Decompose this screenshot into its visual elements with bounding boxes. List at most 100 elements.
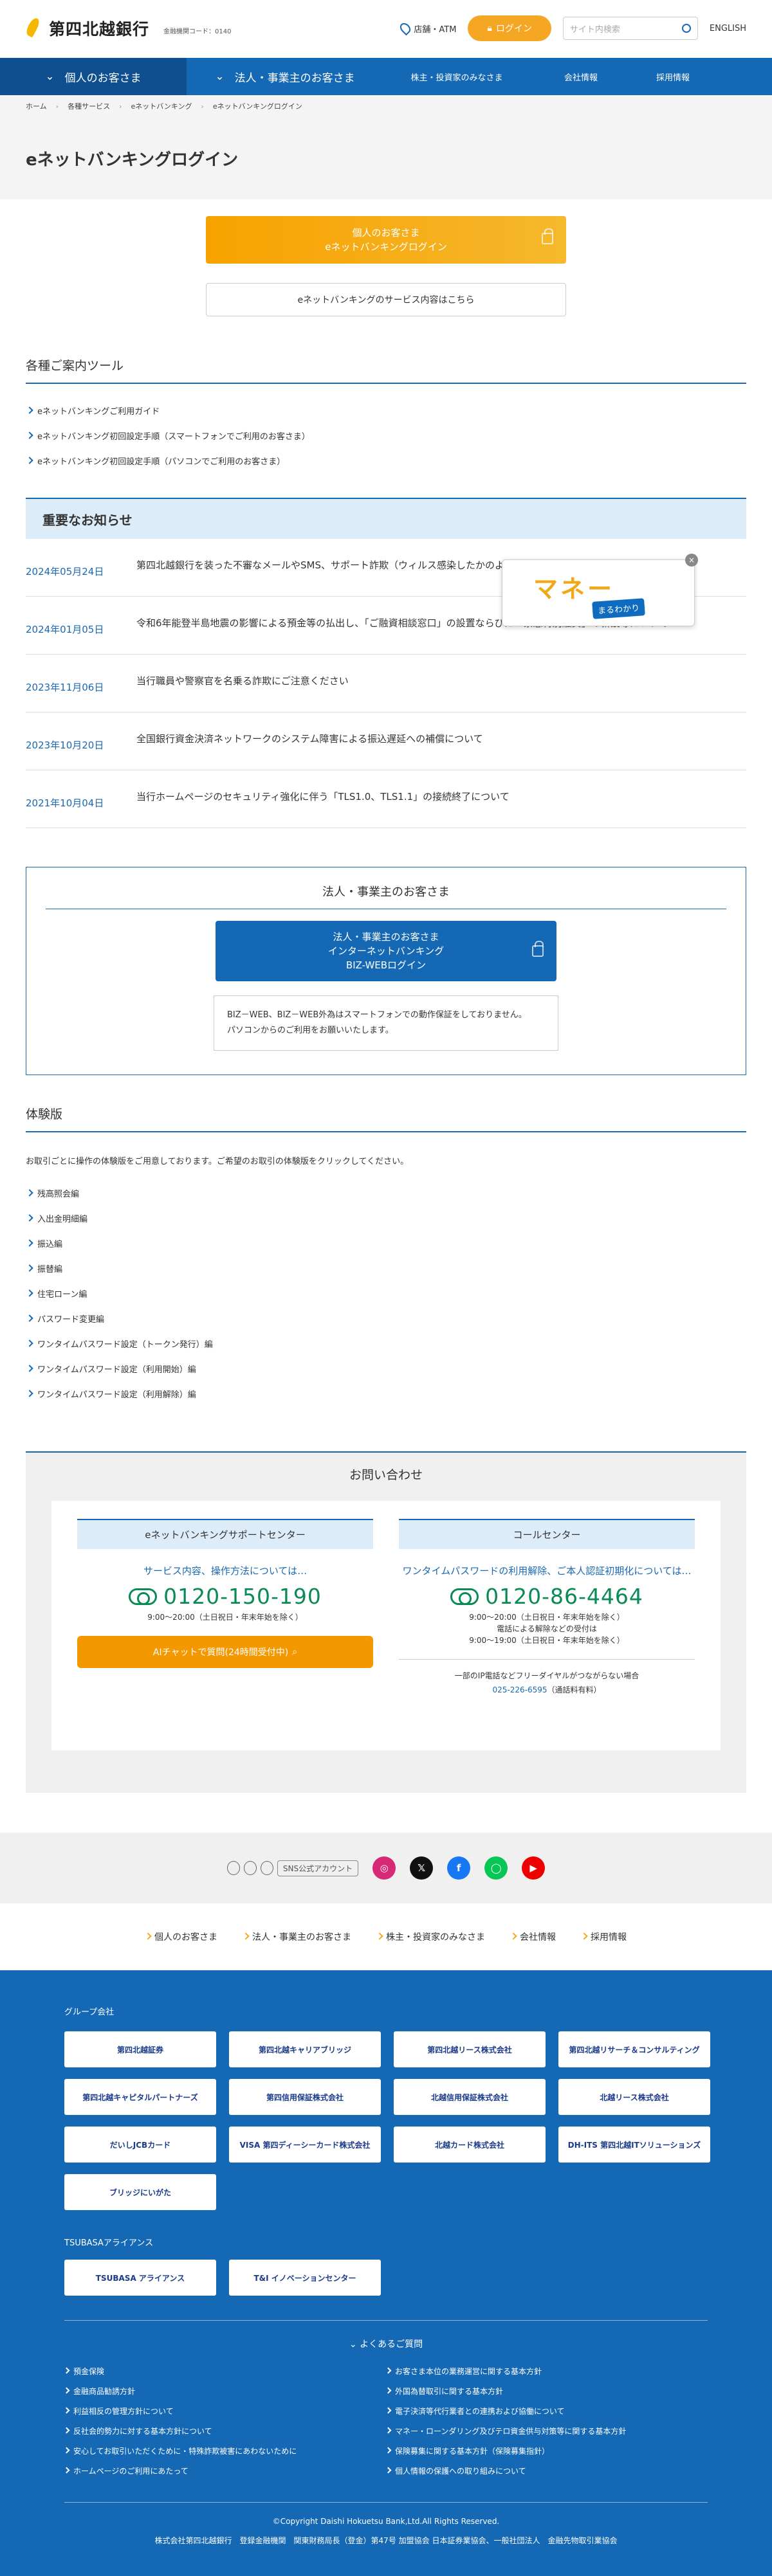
call-tel: 0120-86-4464 [485,1584,643,1609]
footer-link[interactable]: 利益相反の管理方針について [64,2406,386,2417]
nav-recruit[interactable]: 採用情報 [632,58,714,95]
list-item[interactable]: ワンタイムパスワード設定（トークン発行）編 [26,1331,746,1356]
group-logo[interactable]: だいしJCBカード [64,2127,216,2163]
news-text: 当行職員や警察官を名乗る詐欺にご注意ください [136,675,349,687]
money-banner[interactable]: マネー まるわかり × [502,554,698,626]
login-button[interactable]: 🔒︎ ログイン [468,15,551,41]
footer-link[interactable]: 反社会的勢力に対する基本方針について [64,2426,386,2436]
group-logo[interactable]: 第四信用保証株式会社 [229,2079,381,2115]
money-banner-sub: まるわかり [592,598,645,619]
footer-link[interactable]: 安心してお取引いただくために・特殊詐欺被害にあわないために [64,2445,386,2456]
news-item[interactable]: 2021年10月04日 当行ホームページのセキュリティ強化に伴う「TLS1.0、T… [26,770,746,828]
search-icon[interactable] [681,24,691,33]
ai-chat-button[interactable]: AIチャットで質問(24時間受付中) ⌕ [77,1636,373,1668]
call-phone-link[interactable]: 0120-86-4464 [399,1584,695,1609]
news-date: 2021年10月04日 [26,797,104,809]
news-item[interactable]: 2023年11月06日 当行職員や警察官を名乗る詐欺にご注意ください [26,655,746,712]
nav-investor[interactable]: 株主・投資家のみなさま [383,58,530,95]
list-item[interactable]: 残高照会編 [26,1181,746,1206]
bottom-nav-investor[interactable]: 株主・投資家のみなさま [377,1930,485,1943]
mascot-icon [226,1861,240,1875]
group-logo[interactable]: 第四北越キャリアブリッジ [229,2031,381,2067]
biz-web-login-button[interactable]: 法人・事業主のお客さま インターネットバンキング BIZ-WEBログイン [216,921,556,981]
personal-login-button[interactable]: 個人のお客さま eネットバンキングログイン [206,216,566,264]
list-item[interactable]: 入出金明細編 [26,1206,746,1231]
list-item[interactable]: 振替編 [26,1256,746,1281]
instagram-icon[interactable]: ◎ [372,1856,396,1880]
contact-heading: お問い合わせ [349,1468,423,1482]
footer-link[interactable]: 個人情報の保護への取り組みについて [386,2465,708,2476]
list-item[interactable]: ワンタイムパスワード設定（利用解除）編 [26,1381,746,1406]
site-header: 第四北越銀行 金融機関コード：0140 店舗・ATM 🔒︎ ログイン サイト内検索… [0,0,772,58]
faq-title[interactable]: ⌄ よくあるご質問 [64,2320,708,2350]
nav-personal-label: 個人のお客さま [64,71,142,85]
call-note1: 一部のIP電話などフリーダイヤルがつながらない場合 [454,1671,639,1680]
list-item[interactable]: eネットバンキングご利用ガイド [26,398,746,423]
bottom-nav: 個人のお客さま 法人・事業主のお客さま 株主・投資家のみなさま 会社情報 採用情… [0,1903,772,1970]
call-hours1: 9:00～20:00（土日祝日・年末年始を除く） [469,1613,625,1622]
call-alt-tel[interactable]: 025-226-6595 [492,1685,547,1694]
footer-link[interactable]: 預金保険 [64,2366,386,2377]
nav-corporate[interactable]: ⌄ 法人・事業主のお客さま [187,58,383,95]
tsubasa-logo[interactable]: T&I イノベーションセンター [229,2260,381,2296]
sns-bar: SNS公式アカウント ◎ 𝕏 f ◯ ▶ [0,1833,772,1903]
group-logo[interactable]: 北越リース株式会社 [558,2079,710,2115]
registration-info: 株式会社第四北越銀行 登録金融機関 関東財務局長（登金）第47号 加盟協会 日本… [154,2536,618,2545]
english-link[interactable]: ENGLISH [710,24,746,33]
footer-link[interactable]: マネー・ローンダリング及びテロ資金供与対策等に関する基本方針 [386,2426,708,2436]
youtube-icon[interactable]: ▶ [522,1856,546,1880]
news-text: 全国銀行資金決済ネットワークのシステム障害による振込遅延への補償について [136,733,483,745]
list-item[interactable]: パスワード変更編 [26,1306,746,1331]
close-icon[interactable]: × [685,554,698,567]
list-item[interactable]: eネットバンキング初回設定手順（スマートフォンでご利用のお客さま） [26,423,746,448]
tsubasa-logo[interactable]: TSUBASA アライアンス [64,2260,216,2296]
nav-personal[interactable]: ⌄ 個人のお客さま [0,58,187,95]
store-atm-link[interactable]: 店舗・ATM [398,21,456,36]
group-logo[interactable]: 第四北越証券 [64,2031,216,2067]
footer-link[interactable]: ホームページのご利用にあたって [64,2465,386,2476]
support-phone-link[interactable]: 0120-150-190 [77,1584,373,1609]
call-note: 一部のIP電話などフリーダイヤルがつながらない場合 025-226-6595（通… [399,1659,695,1697]
lock-icon [532,941,544,957]
faq-links: 預金保険 お客さま本位の業務運営に関する基本方針 金融商品勧誘方針 外国為替取引… [64,2366,708,2476]
bottom-nav-company[interactable]: 会社情報 [511,1930,556,1943]
footer-link[interactable]: 外国為替取引に関する基本方針 [386,2386,708,2397]
facebook-icon[interactable]: f [447,1856,471,1880]
bottom-nav-personal[interactable]: 個人のお客さま [145,1930,217,1943]
bottom-nav-recruit[interactable]: 採用情報 [582,1930,627,1943]
footer-link[interactable]: 金融商品勧誘方針 [64,2386,386,2397]
list-item[interactable]: ワンタイムパスワード設定（利用開始）編 [26,1356,746,1381]
breadcrumb-services[interactable]: 各種サービス [68,101,110,111]
breadcrumb-home[interactable]: ホーム [26,101,47,111]
line-icon[interactable]: ◯ [484,1856,508,1880]
personal-login-line2: eネットバンキングログイン [325,241,447,253]
breadcrumb-enet[interactable]: eネットバンキング [131,101,192,111]
call-hours3: 9:00～19:00（土日祝日・年末年始を除く） [469,1636,625,1645]
group-logo[interactable]: 第四北越リース株式会社 [394,2031,546,2067]
group-logo[interactable]: DH-ITS 第四北越ITソリューションズ [558,2127,710,2163]
nav-company[interactable]: 会社情報 [530,58,632,95]
contact-section: お問い合わせ eネットバンキングサポートセンター サービス内容、操作方法について… [26,1451,746,1793]
x-icon[interactable]: 𝕏 [410,1856,434,1880]
search-input[interactable]: サイト内検索 [562,17,698,40]
list-item[interactable]: eネットバンキング初回設定手順（パソコンでご利用のお客さま） [26,448,746,473]
service-info-link[interactable]: eネットバンキングのサービス内容はこちら [206,283,566,316]
list-item[interactable]: 振込編 [26,1231,746,1256]
support-title: eネットバンキングサポートセンター [77,1519,373,1549]
news-item[interactable]: 2023年10月20日 全国銀行資金決済ネットワークのシステム障害による振込遅延へ… [26,712,746,770]
bank-logo[interactable]: 第四北越銀行 金融機関コード：0140 [26,17,231,40]
news-date: 2023年10月20日 [26,739,104,751]
group-logo[interactable]: 第四北越リサーチ＆コンサルティング [558,2031,710,2067]
support-hours: 9:00～20:00（土日祝日・年末年始を除く） [147,1613,303,1622]
call-hours2: 電話による解除などの受付は [497,1624,597,1633]
list-item[interactable]: 住宅ローン編 [26,1281,746,1306]
group-logo[interactable]: VISA 第四ディーシーカード株式会社 [229,2127,381,2163]
group-logo[interactable]: ブリッジにいがた [64,2174,216,2210]
group-logo[interactable]: 第四北越キャピタルパートナーズ [64,2079,216,2115]
footer-link[interactable]: 保険募集に関する基本方針（保険募集指針） [386,2445,708,2456]
group-logo[interactable]: 北越カード株式会社 [394,2127,546,2163]
footer-link[interactable]: 電子決済等代行業者との連携および協働について [386,2406,708,2417]
group-logo[interactable]: 北越信用保証株式会社 [394,2079,546,2115]
bottom-nav-corporate[interactable]: 法人・事業主のお客さま [243,1930,351,1943]
footer-link[interactable]: お客さま本位の業務運営に関する基本方針 [386,2366,708,2377]
